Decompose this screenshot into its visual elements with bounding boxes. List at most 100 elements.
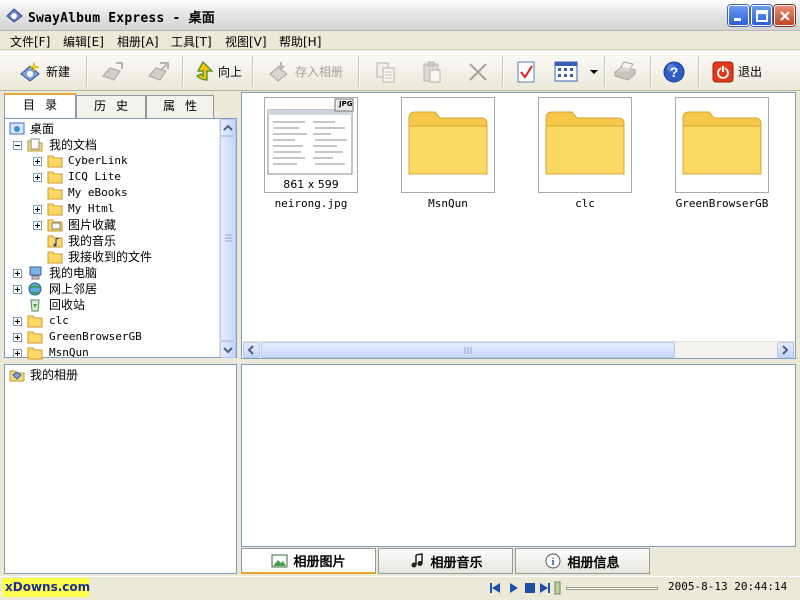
tree-item-my-computer[interactable]: 我的电脑: [5, 265, 215, 281]
maximize-button[interactable]: [751, 5, 772, 26]
expand-toggle[interactable]: [33, 205, 42, 214]
expand-toggle[interactable]: [13, 349, 22, 358]
expand-toggle[interactable]: [13, 269, 22, 278]
scroll-thumb[interactable]: [261, 342, 675, 358]
tab-properties[interactable]: 属性: [146, 95, 214, 118]
tree-item-my-documents[interactable]: 我的文档: [5, 137, 215, 153]
toolbar-separator: [182, 56, 184, 87]
tree-item-msnqun[interactable]: MsnQun: [5, 345, 215, 361]
thumbnail-horizontal-scrollbar[interactable]: [243, 341, 795, 358]
tree-label: GreenBrowserGB: [49, 330, 142, 343]
tree-item-icq-lite[interactable]: ICQ Lite: [5, 169, 215, 185]
expand-toggle[interactable]: [13, 285, 22, 294]
tree-item-recycle-bin[interactable]: 回收站: [5, 297, 215, 313]
tree-label: My Html: [68, 202, 115, 215]
tab-label: 相册图片: [293, 555, 346, 570]
back-button[interactable]: [100, 56, 126, 87]
up-arrow-icon: [195, 60, 214, 81]
paste-button[interactable]: [420, 56, 444, 87]
album-content-area[interactable]: [241, 364, 796, 547]
player-volume-icon[interactable]: [554, 581, 561, 595]
menu-album[interactable]: 相册[A]: [117, 33, 159, 50]
scroll-thumb[interactable]: [220, 136, 236, 341]
tree-item-cyberlink[interactable]: CyberLink: [5, 153, 215, 169]
stop-icon[interactable]: [525, 583, 535, 593]
toolbar-separator: [650, 56, 652, 87]
tree-label: 网上邻居: [49, 282, 98, 296]
minimize-button[interactable]: [728, 5, 749, 26]
close-button[interactable]: [774, 5, 795, 26]
copy-icon: [376, 62, 395, 82]
tree-item-clc[interactable]: clc: [5, 313, 215, 329]
scroll-left-button[interactable]: [243, 342, 260, 358]
playback-progress-track[interactable]: [566, 587, 658, 590]
computer-icon: [29, 266, 42, 280]
tab-album-info[interactable]: i 相册信息: [515, 548, 650, 574]
save-to-album-button[interactable]: 存入相册: [267, 56, 343, 87]
tree-item-my-html[interactable]: My Html: [5, 201, 215, 217]
tree-vertical-scrollbar[interactable]: [219, 119, 236, 358]
tab-directory[interactable]: 目录: [4, 93, 76, 119]
menu-edit[interactable]: 编辑[E]: [63, 33, 104, 50]
skip-previous-icon[interactable]: [490, 583, 500, 593]
menu-help[interactable]: 帮助[H]: [279, 33, 321, 50]
expand-toggle[interactable]: [33, 157, 42, 166]
menu-tools[interactable]: 工具[T]: [171, 33, 212, 50]
thumbnail-item-folder[interactable]: [401, 97, 495, 193]
view-mode-dropdown[interactable]: [588, 56, 600, 87]
album-tree[interactable]: 我的相册: [4, 364, 237, 574]
forward-button[interactable]: [146, 56, 172, 87]
view-mode-button[interactable]: [554, 56, 580, 87]
skip-next-icon[interactable]: [540, 583, 550, 593]
tree-item-my-music[interactable]: 我的音乐: [5, 233, 215, 249]
scroll-right-button[interactable]: [777, 342, 794, 358]
tab-album-pictures[interactable]: 相册图片: [241, 548, 376, 574]
thumbnail-view[interactable]: JPG 861 x 599 neirong.jpg MsnQun clc Gre…: [241, 92, 796, 359]
tab-album-music[interactable]: 相册音乐: [378, 548, 513, 574]
scroll-down-button[interactable]: [220, 341, 236, 358]
tree-label: 图片收藏: [68, 218, 117, 232]
toolbar-separator: [502, 56, 504, 87]
expand-toggle[interactable]: [33, 221, 42, 230]
close-icon: [780, 11, 790, 21]
tab-history[interactable]: 历史: [76, 95, 146, 118]
tree-item-received-files[interactable]: 我接收到的文件: [5, 249, 215, 265]
folder-tree[interactable]: 桌面 我的文档 CyberLink ICQ Lite My eBooks My …: [4, 118, 237, 361]
help-button[interactable]: ?: [662, 56, 686, 87]
tree-item-picture-collection[interactable]: 图片收藏: [5, 217, 215, 233]
up-button[interactable]: 向上: [192, 56, 242, 87]
new-album-icon: [20, 61, 40, 82]
select-all-button[interactable]: [514, 56, 538, 87]
exit-button[interactable]: 退出: [712, 56, 762, 87]
scroll-up-button[interactable]: [220, 119, 236, 136]
tree-item-network-places[interactable]: 网上邻居: [5, 281, 215, 297]
tree-item-greenbrowsergb[interactable]: GreenBrowserGB: [5, 329, 215, 345]
expand-toggle[interactable]: [13, 317, 22, 326]
menu-file[interactable]: 文件[F]: [10, 33, 50, 50]
save-to-album-icon: [269, 61, 288, 82]
print-button[interactable]: [612, 56, 638, 87]
chevron-down-icon: [223, 347, 233, 354]
svg-text:?: ?: [670, 64, 679, 80]
expand-toggle[interactable]: [13, 333, 22, 342]
thumbnail-item-folder[interactable]: [538, 97, 632, 193]
forward-icon: [148, 61, 169, 81]
title-bar[interactable]: SwayAlbum Express - 桌面: [0, 0, 800, 31]
menu-view[interactable]: 视图[V]: [225, 33, 267, 50]
tree-item-my-ebooks[interactable]: My eBooks: [5, 185, 215, 201]
brand-label: xDowns.com: [2, 578, 90, 597]
chevron-down-icon: [590, 69, 598, 74]
exit-button-label: 退出: [738, 65, 763, 79]
toolbar-separator: [358, 56, 360, 87]
thumbnail-grid-icon: [554, 61, 578, 81]
copy-button[interactable]: [374, 56, 398, 87]
thumbnail-item-image[interactable]: JPG 861 x 599: [264, 97, 358, 193]
help-question-icon: ?: [663, 61, 685, 82]
expand-toggle[interactable]: [33, 173, 42, 182]
delete-button[interactable]: [466, 56, 490, 87]
thumbnail-item-folder[interactable]: [675, 97, 769, 193]
play-icon[interactable]: [510, 583, 518, 593]
tab-label: 相册信息: [567, 555, 620, 571]
new-button[interactable]: 新建: [18, 56, 70, 87]
collapse-toggle[interactable]: [13, 141, 22, 150]
